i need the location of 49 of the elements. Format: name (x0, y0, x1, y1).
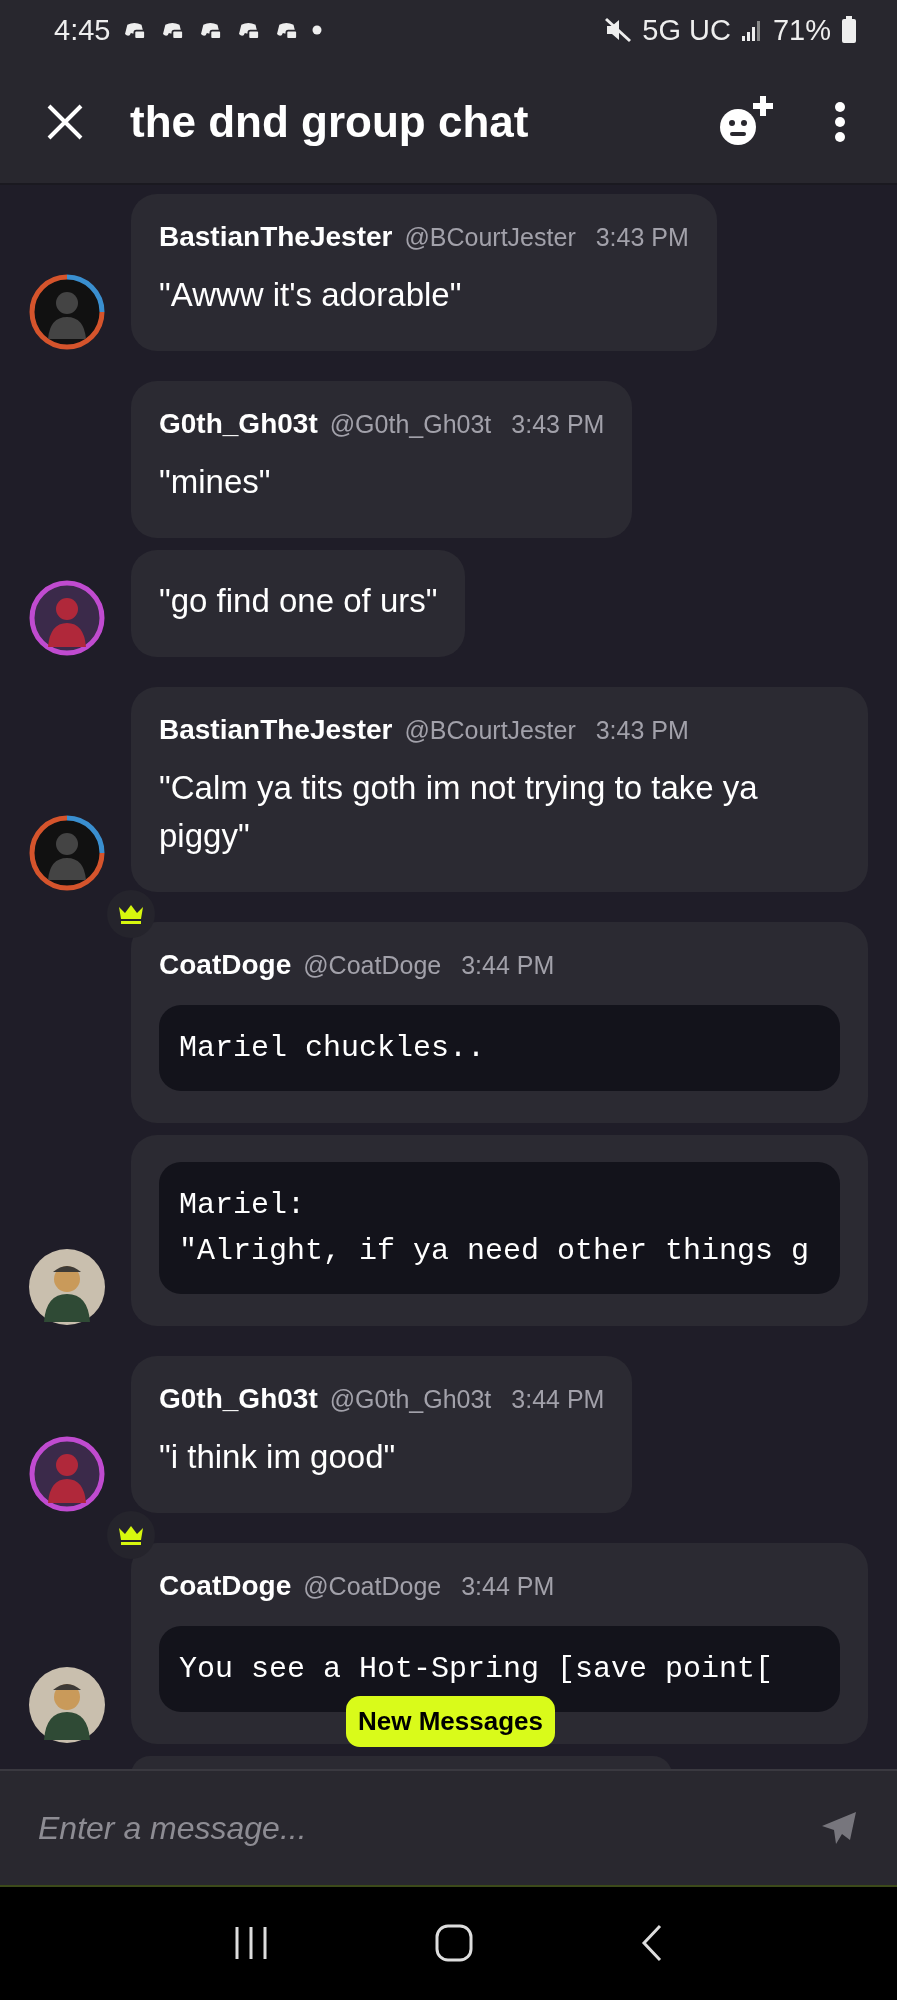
message-text: "mines" (159, 462, 272, 502)
author-handle: @CoatDoge (303, 1572, 442, 1601)
message-text: "Calm ya tits goth im not trying to take ya piggy" (159, 768, 759, 856)
chat-title: the dnd group chat (130, 96, 529, 147)
dot-icon (312, 25, 323, 35)
message-time: 3:43 PM (595, 223, 689, 252)
network-label: 5G UC (642, 15, 731, 45)
code-block: Mariel: "Alright, if ya need other things g (159, 1162, 840, 1294)
message-time: 3:44 PM (461, 951, 555, 980)
message-time: 3:44 PM (461, 1572, 555, 1601)
message-field[interactable]: Enter a message... (0, 1769, 897, 1887)
avatar[interactable] (28, 579, 106, 657)
avatar[interactable] (28, 814, 106, 892)
author-handle: @BCourtJester (404, 716, 576, 745)
signal-icon (740, 18, 763, 42)
message-time: 3:44 PM (511, 1385, 605, 1414)
send-button[interactable] (821, 1811, 857, 1845)
author-name[interactable]: CoatDoge (159, 949, 292, 981)
message-time: 3:43 PM (595, 716, 689, 745)
author-name[interactable]: CoatDoge (159, 1570, 292, 1602)
close-button[interactable] (46, 102, 84, 141)
message-text: "Awww it's adorable" (159, 275, 463, 315)
avatar[interactable] (28, 1435, 106, 1513)
avatar[interactable] (28, 1248, 106, 1326)
message-text: "i think im good" (159, 1437, 397, 1477)
battery-percent: 71% (772, 15, 831, 45)
avatar[interactable] (28, 273, 106, 351)
more-options-button[interactable] (833, 100, 847, 143)
author-name[interactable]: BastianTheJester (159, 714, 393, 746)
message-input[interactable]: Enter a message... (38, 1809, 821, 1847)
message-text: "go find one of urs" (159, 581, 438, 621)
avatar[interactable] (28, 1666, 106, 1744)
author-handle: @G0th_Gh03t (329, 1385, 492, 1414)
author-handle: @CoatDoge (303, 951, 442, 980)
code-block: You see a Hot-Spring [save point[ (159, 1626, 840, 1712)
back-button[interactable] (639, 1924, 664, 1962)
author-handle: @G0th_Gh03t (329, 410, 492, 439)
clock-time: 4:45 (54, 15, 111, 45)
author-name[interactable]: G0th_Gh03t (159, 408, 318, 440)
mute-icon (604, 17, 633, 43)
author-name[interactable]: G0th_Gh03t (159, 1383, 318, 1415)
message-time: 3:43 PM (511, 410, 605, 439)
battery-icon (841, 16, 857, 44)
new-messages-button[interactable]: New Messages (346, 1696, 555, 1747)
home-button[interactable] (435, 1924, 474, 1962)
author-handle: @BCourtJester (404, 223, 576, 252)
author-name[interactable]: BastianTheJester (159, 221, 393, 253)
recent-apps-button[interactable] (233, 1925, 270, 1961)
code-block: Mariel chuckles.. (159, 1005, 840, 1091)
